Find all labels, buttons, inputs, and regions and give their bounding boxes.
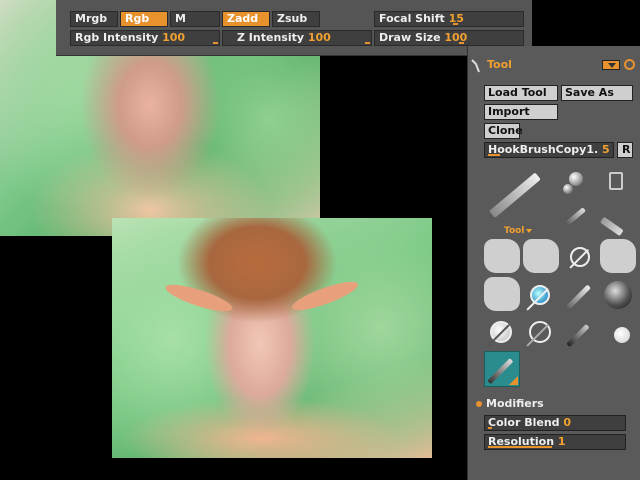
brush-selected[interactable] xyxy=(484,351,520,387)
top-toolbar: Mrgb Rgb M Zadd Zsub Focal Shift 15 Rgb … xyxy=(56,0,532,56)
import-button[interactable]: Import xyxy=(484,104,558,120)
pen-icon[interactable] xyxy=(564,207,586,227)
brush-stroke-light[interactable] xyxy=(562,277,598,313)
focal-shift-slider[interactable]: Focal Shift 15 xyxy=(374,11,524,27)
z-intensity-label: Z Intensity xyxy=(237,31,305,44)
brush-stroke-dark[interactable] xyxy=(562,315,598,351)
resolution-value: 1 xyxy=(557,435,566,448)
rgb-intensity-value: 100 xyxy=(162,31,186,44)
tool-dropdown[interactable]: Tool xyxy=(504,226,532,236)
current-tool-value: 5 xyxy=(602,143,610,156)
rgb-button[interactable]: Rgb xyxy=(120,11,168,27)
clone-button[interactable]: Clone xyxy=(484,123,523,139)
rgb-intensity-slider[interactable]: Rgb Intensity 100 xyxy=(70,30,220,46)
brush-blob-3[interactable] xyxy=(600,239,636,273)
brush-grey-circle[interactable] xyxy=(523,315,559,351)
draw-size-slider[interactable]: Draw Size 100 xyxy=(374,30,524,46)
tool-panel-title: Tool xyxy=(487,58,512,71)
rgb-intensity-label: Rgb Intensity xyxy=(75,31,159,44)
z-intensity-indicator xyxy=(365,42,370,44)
brush-white-circle[interactable] xyxy=(484,315,520,351)
save-as-button[interactable]: Save As xyxy=(561,85,633,101)
cycle-icon[interactable] xyxy=(624,59,635,70)
modifiers-header[interactable]: Modifiers xyxy=(486,397,544,410)
color-blend-slider[interactable]: Color Blend 0 xyxy=(484,415,626,431)
brush-blob-4[interactable] xyxy=(484,277,520,311)
sphere-small-icon[interactable] xyxy=(563,184,573,194)
brush-dark-sphere[interactable] xyxy=(600,277,636,313)
load-tool-button[interactable]: Load Tool xyxy=(484,85,558,101)
focal-shift-indicator xyxy=(453,23,458,25)
wrench-icon xyxy=(471,59,480,73)
brush-blob-1[interactable] xyxy=(484,239,520,273)
brush-cyan-sphere[interactable] xyxy=(523,277,559,313)
eraser-icon[interactable] xyxy=(599,216,624,237)
focal-shift-label: Focal Shift xyxy=(379,12,445,25)
brush-blob-2[interactable] xyxy=(523,239,559,273)
m-button[interactable]: M xyxy=(170,11,220,27)
brush-comet[interactable] xyxy=(600,315,636,351)
color-blend-value: 0 xyxy=(563,416,572,429)
zsub-button[interactable]: Zsub xyxy=(272,11,320,27)
current-tool-name: HookBrushCopy1. xyxy=(488,143,599,156)
resolution-slider[interactable]: Resolution 1 xyxy=(484,434,626,450)
color-blend-label: Color Blend xyxy=(488,416,560,429)
rgb-intensity-indicator xyxy=(213,42,218,44)
draw-size-label: Draw Size xyxy=(379,31,441,44)
current-tool-indicator xyxy=(488,154,500,156)
tool-panel-menu-button[interactable] xyxy=(602,60,620,70)
sphere-icon[interactable] xyxy=(569,172,583,186)
copy-icon[interactable] xyxy=(609,172,623,190)
resolution-indicator xyxy=(488,446,552,448)
mrgb-button[interactable]: Mrgb xyxy=(70,11,118,27)
draw-size-indicator xyxy=(459,42,464,44)
canvas-painting-bottom[interactable] xyxy=(112,218,432,458)
color-blend-indicator xyxy=(488,427,492,429)
painted-ear-left xyxy=(163,279,235,317)
modifiers-expand-dot[interactable] xyxy=(476,401,482,407)
r-button[interactable]: R xyxy=(617,142,633,158)
z-intensity-value: 100 xyxy=(307,31,331,44)
painted-ear-right xyxy=(289,276,361,316)
brush-circle-outline[interactable] xyxy=(562,239,598,275)
tool-panel-header[interactable]: Tool xyxy=(468,56,640,76)
current-brush-thumbnail[interactable] xyxy=(488,170,541,222)
zadd-button[interactable]: Zadd xyxy=(222,11,270,27)
current-tool-slider[interactable]: HookBrushCopy1. 5 xyxy=(484,142,614,158)
tool-panel: Tool Load Tool Save As Import Clone Hook… xyxy=(467,46,640,480)
z-intensity-slider[interactable]: Z Intensity 100 xyxy=(222,30,372,46)
